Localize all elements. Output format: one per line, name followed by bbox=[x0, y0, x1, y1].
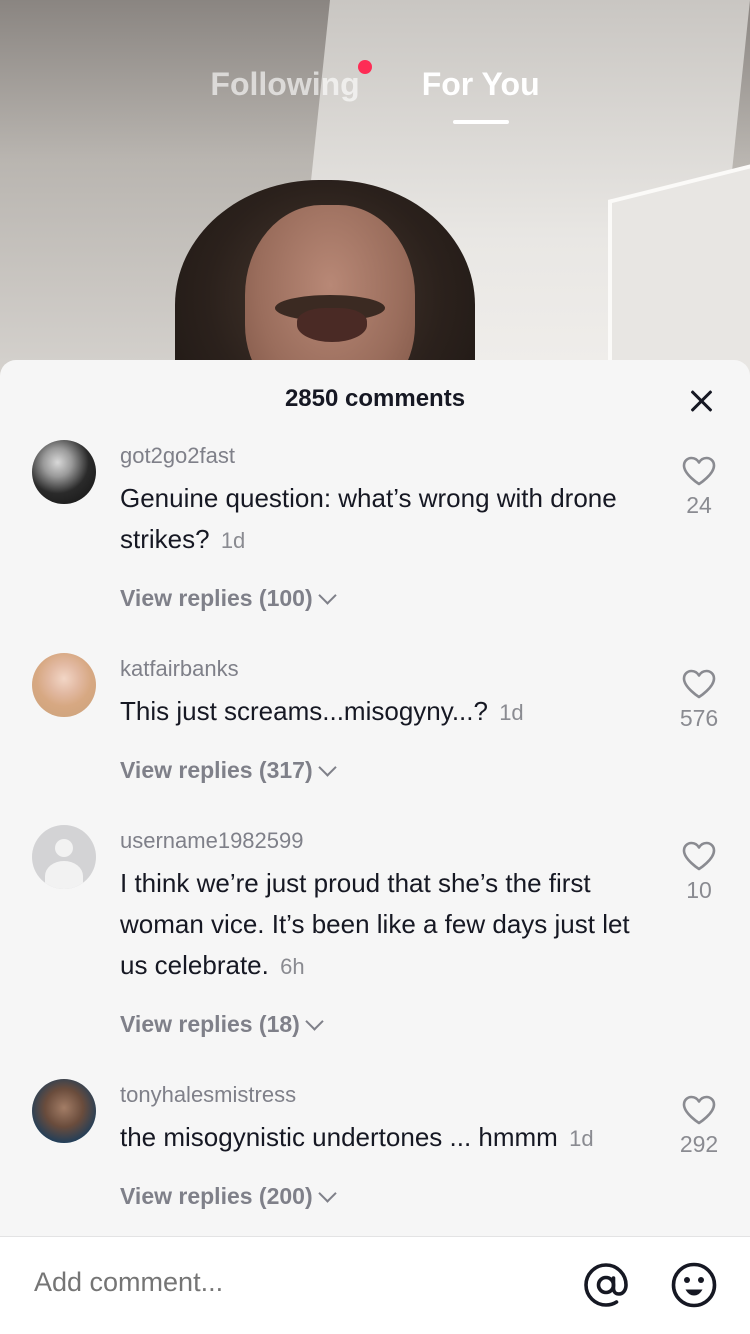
view-replies-button[interactable]: View replies (100) bbox=[120, 583, 337, 613]
avatar[interactable] bbox=[32, 653, 96, 717]
view-replies-button[interactable]: View replies (200) bbox=[120, 1181, 337, 1211]
comment-item: katfairbanks This just screams...misogyn… bbox=[0, 653, 750, 785]
comment-text[interactable]: This just screams...misogyny...? 1d bbox=[120, 687, 630, 733]
notification-dot bbox=[357, 60, 372, 74]
comment-item: username1982599 I think we’re just proud… bbox=[0, 825, 750, 1039]
heart-icon bbox=[682, 841, 716, 871]
view-replies-label: View replies (100) bbox=[120, 584, 313, 611]
like-button[interactable]: 576 bbox=[674, 669, 724, 732]
view-replies-label: View replies (317) bbox=[120, 756, 313, 783]
view-replies-label: View replies (200) bbox=[120, 1182, 313, 1209]
view-replies-label: View replies (18) bbox=[120, 1010, 300, 1037]
emoji-icon bbox=[671, 1262, 717, 1308]
comment-time: 1d bbox=[569, 1126, 594, 1151]
avatar[interactable] bbox=[32, 440, 96, 504]
like-button[interactable]: 292 bbox=[674, 1095, 724, 1158]
avatar[interactable] bbox=[32, 1079, 96, 1143]
comment-time: 1d bbox=[499, 700, 524, 725]
view-replies-button[interactable]: View replies (317) bbox=[120, 755, 337, 785]
comment-text[interactable]: Genuine question: what’s wrong with dron… bbox=[120, 474, 630, 561]
mention-button[interactable] bbox=[582, 1261, 630, 1309]
comment-text[interactable]: the misogynistic undertones ... hmmm 1d bbox=[120, 1113, 630, 1159]
chevron-down-icon bbox=[317, 585, 337, 605]
comment-item: tonyhalesmistress the misogynistic under… bbox=[0, 1079, 750, 1211]
tab-following[interactable]: Following bbox=[210, 60, 372, 120]
comment-username[interactable]: username1982599 bbox=[120, 825, 630, 859]
comment-body: I think we’re just proud that she’s the … bbox=[120, 868, 630, 980]
feed-tabs: Following For You bbox=[0, 60, 750, 124]
view-replies-button[interactable]: View replies (18) bbox=[120, 1009, 324, 1039]
like-button[interactable]: 10 bbox=[674, 841, 724, 904]
comment-body: Genuine question: what’s wrong with dron… bbox=[120, 483, 617, 554]
chevron-down-icon bbox=[317, 757, 337, 777]
person-mouth bbox=[297, 308, 367, 342]
comment-time: 6h bbox=[280, 954, 305, 979]
comment-body: the misogynistic undertones ... hmmm bbox=[120, 1122, 558, 1152]
chevron-down-icon bbox=[305, 1011, 324, 1031]
comment-text[interactable]: I think we’re just proud that she’s the … bbox=[120, 859, 630, 987]
comment-item: got2go2fast Genuine question: what’s wro… bbox=[0, 440, 750, 613]
comments-sheet: 2850 comments got2go2fast Genuine questi… bbox=[0, 360, 750, 1334]
sheet-header: 2850 comments bbox=[0, 360, 750, 440]
chevron-down-icon bbox=[317, 1183, 337, 1203]
emoji-button[interactable] bbox=[670, 1261, 718, 1309]
close-icon[interactable] bbox=[686, 386, 716, 416]
heart-icon bbox=[682, 669, 716, 699]
like-count: 10 bbox=[686, 877, 712, 903]
default-avatar-head bbox=[55, 839, 73, 857]
like-count: 292 bbox=[679, 1131, 719, 1157]
tab-for-you[interactable]: For You bbox=[421, 60, 540, 124]
tab-following-label: Following bbox=[210, 66, 360, 102]
like-button[interactable]: 24 bbox=[674, 456, 724, 519]
heart-icon bbox=[682, 456, 716, 486]
default-avatar-body bbox=[45, 861, 83, 889]
heart-icon bbox=[682, 1095, 716, 1125]
comment-input-bar bbox=[0, 1236, 750, 1334]
at-icon bbox=[584, 1263, 628, 1307]
like-count: 576 bbox=[679, 705, 719, 731]
add-comment-input[interactable] bbox=[34, 1267, 534, 1298]
comment-body: This just screams...misogyny...? bbox=[120, 696, 488, 726]
like-count: 24 bbox=[686, 492, 712, 518]
comments-count-title: 2850 comments bbox=[284, 385, 466, 412]
tab-for-you-label: For You bbox=[421, 66, 540, 102]
comment-username[interactable]: got2go2fast bbox=[120, 440, 630, 474]
comment-username[interactable]: tonyhalesmistress bbox=[120, 1079, 630, 1113]
comment-time: 1d bbox=[220, 528, 246, 553]
avatar[interactable] bbox=[32, 825, 96, 889]
comment-username[interactable]: katfairbanks bbox=[120, 653, 630, 687]
